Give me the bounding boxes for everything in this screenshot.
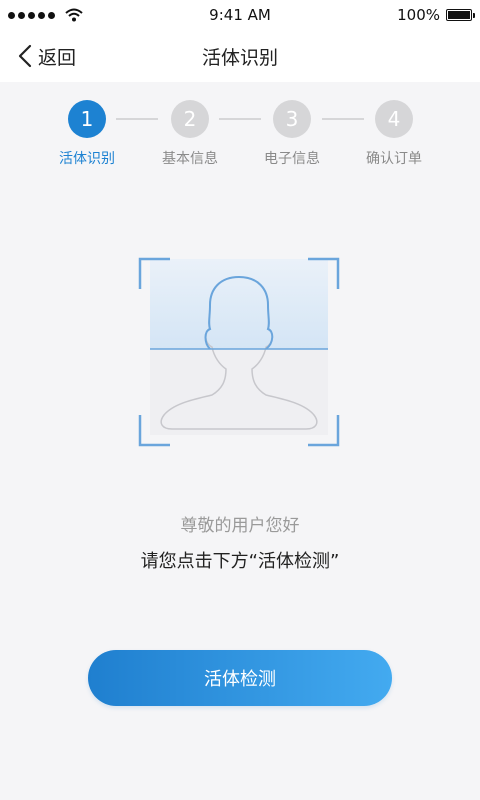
face-scan-frame xyxy=(138,257,340,447)
step-indicator: 1 活体识别 2 基本信息 3 电子信息 4 确认订单 xyxy=(0,100,480,180)
face-silhouette-icon xyxy=(138,257,340,447)
instruction-text: 请您点击下方“活体检测” xyxy=(140,551,340,572)
step-number: 2 xyxy=(171,100,209,138)
status-time: 9:41 AM xyxy=(209,6,271,24)
step-number: 1 xyxy=(68,100,106,138)
step-4: 4 确认订单 xyxy=(349,100,439,168)
step-2: 2 基本信息 xyxy=(145,100,235,168)
nav-bar: 返回 活体识别 xyxy=(0,30,480,82)
step-label: 电子信息 xyxy=(264,151,320,167)
step-1: 1 活体识别 xyxy=(42,100,132,168)
step-number: 3 xyxy=(273,100,311,138)
greeting-text: 尊敬的用户您好 xyxy=(180,516,300,536)
step-label: 活体识别 xyxy=(59,151,115,167)
status-bar: 9:41 AM 100% xyxy=(0,0,480,30)
step-3: 3 电子信息 xyxy=(247,100,337,168)
liveness-detection-button[interactable]: 活体检测 xyxy=(88,650,392,706)
step-label: 确认订单 xyxy=(366,151,422,167)
step-label: 基本信息 xyxy=(162,151,218,167)
step-number: 4 xyxy=(375,100,413,138)
page-title: 活体识别 xyxy=(201,47,278,69)
battery-icon xyxy=(446,9,475,21)
